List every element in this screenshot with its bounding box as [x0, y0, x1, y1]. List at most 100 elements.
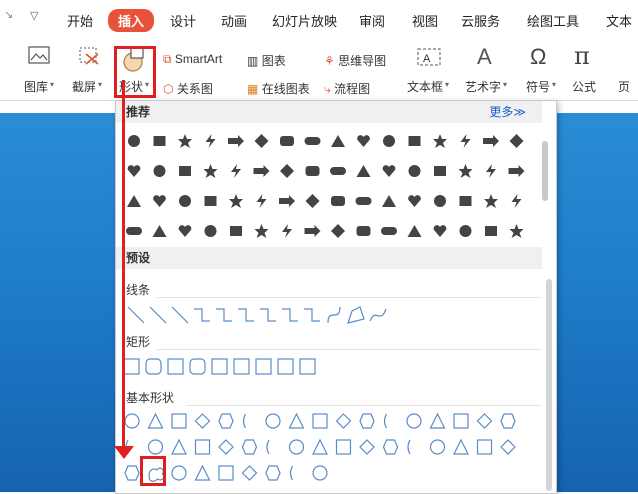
basic-shape-icon[interactable] [312, 465, 328, 481]
recommended-shape-icon[interactable] [382, 195, 396, 207]
recommended-shape-icon[interactable] [305, 194, 320, 208]
recommended-shape-icon[interactable] [178, 134, 192, 148]
basic-shape-icon[interactable] [453, 413, 469, 429]
basic-shape-icon[interactable] [335, 413, 352, 429]
rectangle-shape-icon[interactable] [255, 358, 272, 375]
basic-shape-icon[interactable] [312, 413, 328, 429]
line-shape-icon[interactable] [260, 308, 276, 322]
basic-shape-icon[interactable] [406, 413, 422, 429]
quick-access-icon[interactable]: ↘ [4, 8, 13, 21]
recommended-shape-icon[interactable] [229, 194, 243, 208]
recommended-shape-icon[interactable] [459, 225, 472, 237]
recommended-shape-icon[interactable] [254, 224, 269, 238]
basic-shape-icon[interactable] [218, 413, 234, 429]
recommended-shape-icon[interactable] [483, 135, 499, 147]
recommended-shape-icon[interactable] [305, 166, 320, 176]
recommended-shape-icon[interactable] [279, 195, 295, 207]
basic-shape-icon[interactable] [265, 465, 281, 481]
line-shape-icon[interactable] [216, 308, 232, 322]
recommended-shape-icon[interactable] [254, 134, 269, 148]
tab-review[interactable]: 审阅 [359, 11, 385, 30]
basic-shape-icon[interactable] [265, 413, 281, 429]
smartart-button[interactable]: ⧉ SmartArt [163, 52, 222, 67]
recommended-shape-icon[interactable] [280, 164, 294, 178]
rectangle-shape-icon[interactable] [233, 358, 250, 375]
recommended-shape-icon[interactable] [280, 136, 294, 146]
recommended-shape-icon[interactable] [304, 137, 321, 145]
screenshot-button[interactable]: 截屏 ▾ [72, 46, 106, 98]
recommended-shape-icon[interactable] [356, 165, 371, 177]
basic-shape-icon[interactable] [359, 439, 375, 455]
basic-shape-icon[interactable] [171, 413, 187, 429]
recommended-scrollbar[interactable] [542, 141, 548, 201]
recommended-shape-icon[interactable] [153, 165, 166, 177]
recommended-shape-icon[interactable] [434, 195, 446, 207]
tab-view[interactable]: 视图 [412, 11, 438, 30]
tab-drawing-tools[interactable]: 绘图工具 [527, 11, 579, 30]
recommended-shape-icon[interactable] [230, 226, 242, 236]
recommended-shape-icon[interactable] [408, 136, 421, 146]
tab-design[interactable]: 设计 [170, 11, 196, 30]
tab-cloud[interactable]: 云服务 [461, 11, 500, 30]
recommended-shape-icon[interactable] [282, 224, 292, 238]
symbol-button[interactable]: Ω 符号 ▾ [524, 44, 564, 98]
basic-shape-icon[interactable] [194, 464, 211, 481]
gallery-button[interactable]: 图库 ▾ [24, 46, 54, 98]
recommended-shape-icon[interactable] [511, 194, 522, 208]
textbox-button[interactable]: A 文本框 ▾ [405, 46, 453, 98]
recommended-shape-icon[interactable] [460, 134, 471, 148]
recommended-shape-icon[interactable] [253, 165, 270, 177]
basic-shape-icon[interactable] [194, 439, 211, 455]
recommended-shape-icon[interactable] [408, 195, 421, 207]
recommended-shape-icon[interactable] [204, 196, 217, 206]
line-shape-icon[interactable] [304, 308, 320, 322]
recommended-shape-icon[interactable] [407, 225, 422, 237]
recommended-shape-icon[interactable] [459, 196, 472, 206]
wordart-button[interactable]: A 艺术字 ▾ [463, 44, 511, 98]
basic-shape-icon[interactable] [171, 438, 187, 455]
more-link[interactable]: 更多≫ [489, 101, 526, 123]
online-chart-button[interactable]: ▦ 在线图表 [247, 80, 310, 97]
line-shape-icon[interactable] [282, 308, 298, 322]
rectangles-shapes-row[interactable] [122, 357, 362, 377]
preset-scrollbar[interactable] [546, 279, 552, 491]
recommended-shape-icon[interactable] [228, 135, 244, 147]
recommended-shape-icon[interactable] [357, 135, 370, 147]
recommended-shape-icon[interactable] [331, 196, 345, 206]
basic-shape-icon[interactable] [147, 412, 164, 429]
rectangle-shape-icon[interactable] [299, 358, 316, 375]
recommended-shape-icon[interactable] [382, 165, 396, 177]
tab-animation[interactable]: 动画 [221, 11, 247, 30]
tab-slideshow[interactable]: 幻灯片放映 [272, 11, 337, 30]
basic-shape-icon[interactable] [218, 465, 234, 481]
basic-shape-icon[interactable] [124, 465, 140, 481]
recommended-shape-icon[interactable] [433, 225, 447, 237]
basic-shape-icon[interactable] [194, 413, 211, 429]
recommended-shape-icon[interactable] [458, 164, 473, 178]
rectangle-shape-icon[interactable] [145, 358, 162, 375]
recommended-shapes-grid[interactable] [116, 127, 536, 247]
recommended-shape-icon[interactable] [178, 225, 192, 237]
line-shape-icon[interactable] [347, 306, 365, 324]
basic-shape-icon[interactable] [453, 438, 469, 455]
recommended-shape-icon[interactable] [383, 135, 395, 147]
basic-shape-icon[interactable] [218, 439, 234, 455]
dropdown-icon[interactable]: ▽ [30, 9, 38, 22]
line-shape-icon[interactable] [149, 306, 167, 324]
recommended-shape-icon[interactable] [205, 134, 216, 148]
recommended-shape-icon[interactable] [484, 194, 498, 208]
recommended-shape-icon[interactable] [331, 224, 345, 238]
basic-shape-icon[interactable] [476, 413, 493, 429]
basic-shape-icon[interactable] [429, 439, 446, 455]
line-shape-icon[interactable] [238, 308, 254, 322]
recommended-shape-icon[interactable] [433, 134, 447, 148]
basic-shape-icon[interactable] [382, 439, 399, 455]
basic-shape-icon[interactable] [241, 465, 258, 481]
basic-shape-icon[interactable] [147, 439, 164, 455]
line-shape-icon[interactable] [194, 308, 210, 322]
rectangle-shape-icon[interactable] [189, 358, 206, 375]
basic-shape-icon[interactable] [124, 413, 140, 429]
recommended-shape-icon[interactable] [381, 227, 397, 235]
tab-insert[interactable]: 插入 [108, 9, 155, 32]
recommended-shape-icon[interactable] [485, 226, 497, 236]
